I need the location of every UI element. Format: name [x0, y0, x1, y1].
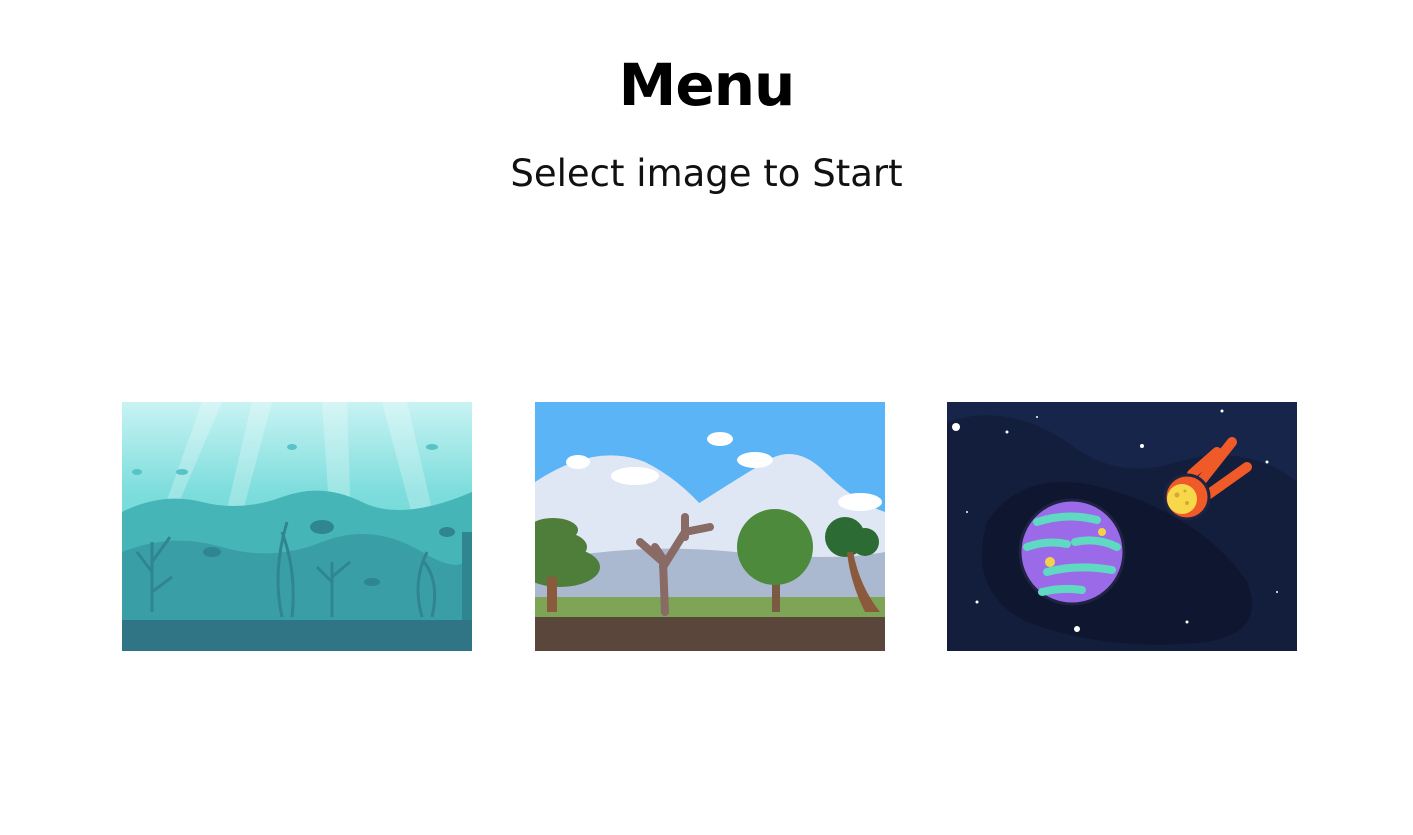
forest-scene-image [535, 402, 885, 651]
space-scene-image [947, 402, 1297, 651]
page-subtitle: Select image to Start [510, 152, 903, 195]
menu-page: Menu Select image to Start [0, 0, 1413, 835]
page-title: Menu [618, 51, 796, 119]
underwater-scene-image [122, 402, 472, 651]
scene-card-space[interactable] [947, 402, 1297, 651]
scene-card-ocean[interactable] [122, 402, 472, 651]
scene-card-forest[interactable] [535, 402, 885, 651]
